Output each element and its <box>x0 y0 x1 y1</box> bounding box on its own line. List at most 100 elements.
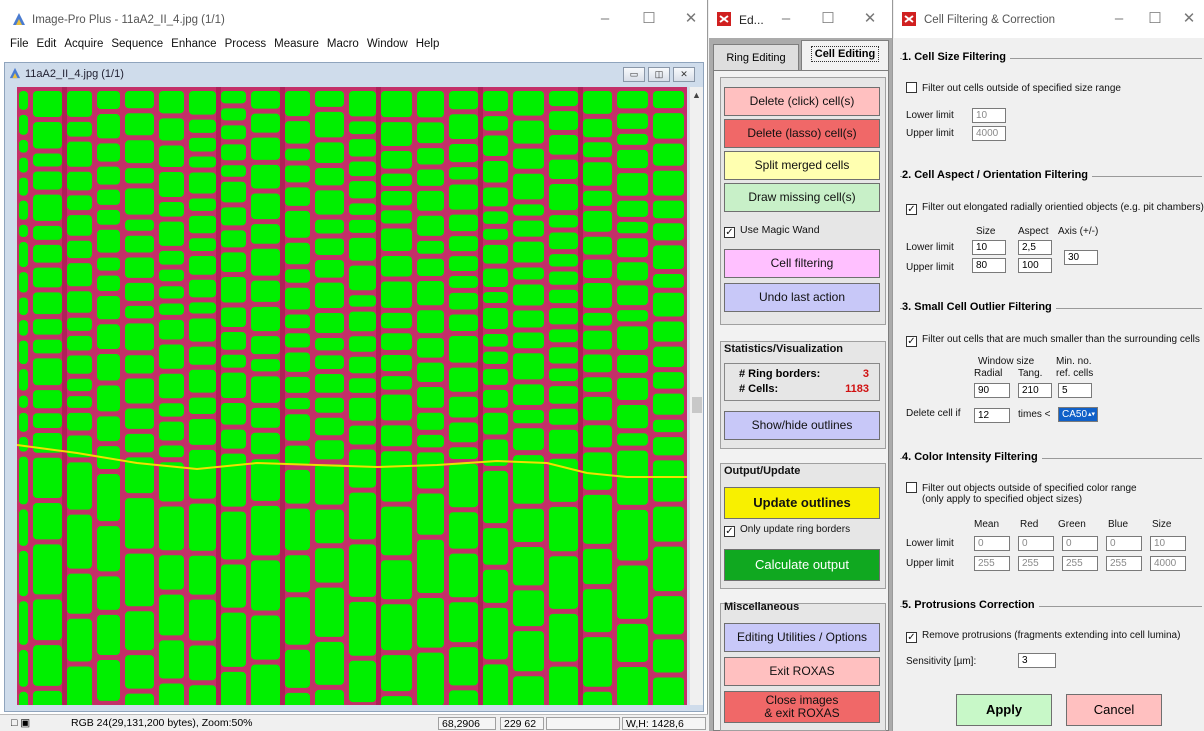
color-filter-checkbox[interactable]: Filter out objects outside of specified … <box>906 482 1137 494</box>
green-lower-input[interactable]: 0 <box>1062 536 1098 551</box>
only-update-ring-borders-checkbox[interactable]: ✓ Only update ring borders <box>724 524 850 537</box>
protrusions-checkbox[interactable]: ✓ Remove protrusions (fragments extending… <box>906 630 1180 643</box>
green-upper-input[interactable]: 255 <box>1062 556 1098 571</box>
delete-cell-if-label: Delete cell if <box>906 408 961 419</box>
red-upper-input[interactable]: 255 <box>1018 556 1054 571</box>
close-button[interactable]: ✕ <box>676 8 706 30</box>
cell-lumen <box>449 292 478 310</box>
size-lower-label: Lower limit <box>906 110 954 121</box>
cell-lumen <box>125 553 154 607</box>
minimize-button[interactable]: – <box>590 8 620 30</box>
spinner-arrows-icon[interactable]: ▴▾ <box>1088 408 1095 421</box>
edit-close-button[interactable]: ✕ <box>855 8 885 30</box>
micrograph-image[interactable] <box>17 87 687 705</box>
calculate-output-button[interactable]: Calculate output <box>724 549 880 581</box>
split-merged-cells-button[interactable]: Split merged cells <box>724 151 880 180</box>
mean-lower-input[interactable]: 0 <box>974 536 1010 551</box>
close-images-exit-button[interactable]: Close images & exit ROXAS <box>724 691 880 723</box>
cell-lumen <box>381 394 412 421</box>
cell-lumen <box>189 172 216 194</box>
cell-lumen <box>221 165 246 177</box>
factor-input[interactable]: 12 <box>974 408 1010 423</box>
use-magic-wand-checkbox[interactable]: ✓ Use Magic Wand <box>724 224 820 238</box>
maximize-button[interactable]: ☐ <box>634 8 664 30</box>
cell-lumen <box>285 397 310 410</box>
cell-lumen <box>653 419 684 433</box>
draw-missing-cells-button[interactable]: Draw missing cell(s) <box>724 183 880 212</box>
cf-maximize-button[interactable]: ☐ <box>1140 8 1170 30</box>
ref-cells-input[interactable]: 5 <box>1058 383 1092 398</box>
show-hide-outlines-button[interactable]: Show/hide outlines <box>724 411 880 440</box>
cell-lumen <box>189 599 216 641</box>
cell-lumen <box>483 351 508 364</box>
menu-file[interactable]: File <box>10 38 29 56</box>
menu-measure[interactable]: Measure <box>274 38 319 56</box>
scroll-up-icon[interactable]: ▲ <box>692 90 701 100</box>
apply-button[interactable]: Apply <box>956 694 1052 726</box>
outlier-filter-checkbox[interactable]: ✓ Filter out cells that are much smaller … <box>906 334 1200 347</box>
red-lower-input[interactable]: 0 <box>1018 536 1054 551</box>
cell-lumen <box>285 352 310 372</box>
cell-lumen <box>449 553 478 598</box>
cancel-button[interactable]: Cancel <box>1066 694 1162 726</box>
cell-lumen <box>349 425 376 445</box>
tang-input[interactable]: 210 <box>1018 383 1052 398</box>
cell-lumen <box>549 135 578 155</box>
undo-last-action-button[interactable]: Undo last action <box>724 283 880 312</box>
menu-enhance[interactable]: Enhance <box>171 38 216 56</box>
radial-input[interactable]: 90 <box>974 383 1010 398</box>
aspect-filter-checkbox[interactable]: ✓ Filter out elongated radially orientied… <box>906 202 1204 215</box>
cell-lumen <box>381 604 412 651</box>
size-lower-color-input[interactable]: 10 <box>1150 536 1186 551</box>
menu-edit[interactable]: Edit <box>37 38 57 56</box>
cell-lumen <box>285 210 310 238</box>
delete-lasso-cells-button[interactable]: Delete (lasso) cell(s) <box>724 119 880 148</box>
cf-minimize-button[interactable]: – <box>1104 8 1134 30</box>
cell-lumen <box>449 114 478 140</box>
aspect-size-lower-input[interactable]: 10 <box>972 240 1006 255</box>
editing-utilities-button[interactable]: Editing Utilities / Options <box>724 623 880 652</box>
sensitivity-input[interactable]: 3 <box>1018 653 1056 668</box>
image-vertical-scrollbar[interactable]: ▲ <box>689 87 703 705</box>
status-view-icons[interactable]: □ ▣ <box>8 717 38 730</box>
aspect-ratio-upper-input[interactable]: 100 <box>1018 258 1052 273</box>
child-minimize-button[interactable]: ▭ <box>623 67 645 82</box>
delete-click-cells-button[interactable]: Delete (click) cell(s) <box>724 87 880 116</box>
axis-input[interactable]: 30 <box>1064 250 1098 265</box>
edit-minimize-button[interactable]: – <box>771 8 801 30</box>
menu-acquire[interactable]: Acquire <box>64 38 103 56</box>
menu-window[interactable]: Window <box>367 38 408 56</box>
cell-lumen <box>653 460 684 502</box>
cell-lumen <box>33 244 62 263</box>
menu-sequence[interactable]: Sequence <box>111 38 163 56</box>
tab-ring-editing[interactable]: Ring Editing <box>713 44 799 70</box>
size-upper-input[interactable]: 4000 <box>972 126 1006 141</box>
size-filter-checkbox[interactable]: Filter out cells outside of specified si… <box>906 82 1121 94</box>
menu-macro[interactable]: Macro <box>327 38 359 56</box>
reference-stat-spinner[interactable]: CA50 ▴▾ <box>1058 407 1098 422</box>
scroll-thumb[interactable] <box>692 397 702 413</box>
tab-cell-editing[interactable]: Cell Editing <box>801 40 889 70</box>
blue-lower-input[interactable]: 0 <box>1106 536 1142 551</box>
cell-lumen <box>19 297 28 316</box>
cell-lumen <box>33 319 62 335</box>
cf-close-button[interactable]: ✕ <box>1174 8 1204 30</box>
menu-process[interactable]: Process <box>225 38 267 56</box>
exit-roxas-button[interactable]: Exit ROXAS <box>724 657 880 686</box>
menu-help[interactable]: Help <box>416 38 440 56</box>
cell-lumen <box>159 640 184 679</box>
cell-lumen <box>549 429 578 454</box>
cell-filtering-button[interactable]: Cell filtering <box>724 249 880 278</box>
cell-lumen <box>19 177 28 196</box>
child-restore-button[interactable]: ◫ <box>648 67 670 82</box>
child-close-button[interactable]: ✕ <box>673 67 695 82</box>
mean-upper-input[interactable]: 255 <box>974 556 1010 571</box>
edit-maximize-button[interactable]: ☐ <box>813 8 843 30</box>
aspect-size-upper-input[interactable]: 80 <box>972 258 1006 273</box>
size-upper-color-input[interactable]: 4000 <box>1150 556 1186 571</box>
size-lower-input[interactable]: 10 <box>972 108 1006 123</box>
status-mode: RGB 24(29,131,200 bytes), Zoom:50% <box>71 717 253 729</box>
aspect-ratio-lower-input[interactable]: 2,5 <box>1018 240 1052 255</box>
update-outlines-button[interactable]: Update outlines <box>724 487 880 519</box>
blue-upper-input[interactable]: 255 <box>1106 556 1142 571</box>
